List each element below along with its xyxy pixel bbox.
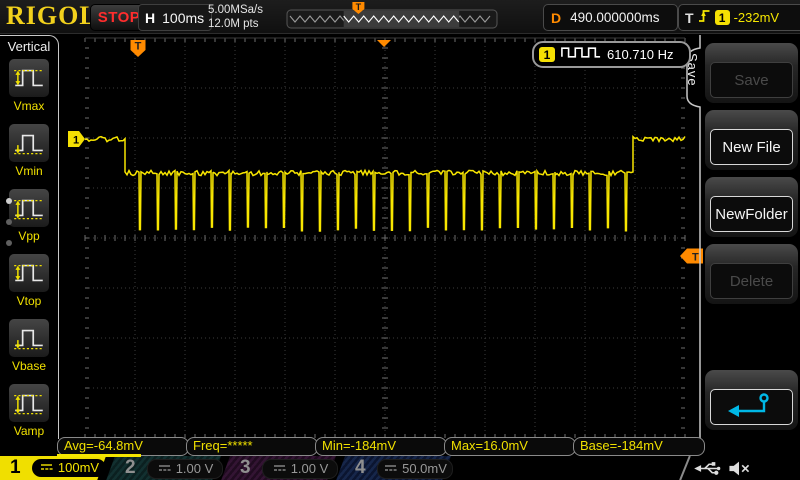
menu-item-label: Vmax [0,99,58,113]
channel-scale: 1.00 V [176,461,214,476]
trigger-position-marker[interactable]: T [131,40,146,57]
usb-icon [694,460,722,480]
channel-2-status[interactable]: 2 1.00 V [106,456,221,480]
memory-depth: 12.0M pts [208,17,284,31]
softkey-label [710,389,793,425]
left-measure-menu: Vertical Vmax Vmin Vpp Vtop Vbase Vamp [0,35,59,439]
channel-1-status[interactable]: 1 100mV [0,456,106,480]
ch1-offset-marker[interactable]: 1 [68,131,85,147]
timebase-value: 100ms [162,10,204,26]
trigger-level-value: -232mV [734,10,780,25]
menu-item-vamp[interactable]: Vamp [0,383,58,438]
sample-rate: 5.00MSa/s [208,3,284,17]
svg-text:1: 1 [73,135,79,147]
measurement-max: Max=16.0mV [444,437,576,456]
menu-item-vpp[interactable]: Vpp [0,188,58,243]
menu-title: Vertical [0,39,58,54]
vmin-icon[interactable] [8,123,50,163]
measurement-base: Base=-184mV [573,437,705,456]
right-soft-menu: Save SaveNew FileNewFolderDelete [684,35,800,450]
waveform-display: 1 T T [68,35,718,445]
channel-content: 4 50.0mV [345,456,451,480]
softkey-save[interactable]: Save [705,43,798,103]
vmax-icon[interactable] [8,58,50,98]
trigger-readout[interactable]: T 1 -232mV [678,4,800,31]
dc-coupling-icon [383,461,398,476]
channel-scale-box: 1.00 V [262,459,338,479]
channel-scale: 1.00 V [291,461,329,476]
trigger-source-badge: 1 [715,10,730,25]
softkey-newfolder[interactable]: NewFolder [705,177,798,237]
menu-item-label: Vbase [0,359,58,373]
page-dot [6,240,12,246]
d-label: D [551,10,561,26]
page-dot [6,198,12,204]
t-label: T [685,10,694,26]
svg-text:T: T [135,41,142,53]
rising-edge-icon [698,7,711,29]
softkey-new-file[interactable]: New File [705,110,798,170]
horizontal-menu-button[interactable]: H 100ms [138,4,212,31]
menu-item-vtop[interactable]: Vtop [0,253,58,308]
svg-text:T: T [356,2,362,12]
channel-number: 4 [355,456,366,480]
menu-item-vbase[interactable]: Vbase [0,318,58,373]
measurement-freq: Freq=***** [186,437,318,456]
softkey-return[interactable] [705,370,798,430]
channel-scale-box: 1.00 V [147,459,223,479]
channel-4-status[interactable]: 4 50.0mV [336,456,451,480]
frequency-counter: 1 610.710 Hz [532,41,691,68]
channel-scale-box: 100mV [32,459,106,477]
delay-value: 490.000000ms [570,10,659,25]
page-dot [6,219,12,225]
return-arrow-icon [724,391,780,423]
channel-number: 3 [240,456,251,480]
dc-coupling-icon [157,461,172,476]
vpp-icon[interactable] [8,188,50,228]
counter-value: 610.710 Hz [607,47,674,62]
top-bar: RIGOL STOP H 100ms 5.00MSa/s 12.0M pts T… [0,0,800,34]
square-wave-icon [560,44,602,65]
memory-position-bar[interactable]: T [283,1,501,32]
channel-scale-box: 50.0mV [377,459,453,479]
dc-coupling-icon [272,461,287,476]
vbase-icon[interactable] [8,318,50,358]
delay-readout[interactable]: D 490.000000ms [543,4,678,31]
menu-item-label: Vtop [0,294,58,308]
menu-item-label: Vamp [0,424,58,438]
dc-coupling-icon [39,460,54,475]
channel-scale: 100mV [58,460,99,475]
softkey-label: New File [710,129,793,165]
delay-center-marker[interactable] [377,40,391,47]
softkey-label: Save [710,62,793,98]
brand-logo: RIGOL [6,1,98,31]
oscilloscope-screen: RIGOL STOP H 100ms 5.00MSa/s 12.0M pts T… [0,0,800,480]
h-label: H [145,10,155,26]
speaker-muted-icon [727,460,751,480]
softkey-label: NewFolder [710,196,793,232]
measurement-source-underline [57,454,141,457]
menu-item-label: Vmin [0,164,58,178]
channel-content: 2 1.00 V [115,456,221,480]
channel-number: 2 [125,456,136,480]
softkey-label: Delete [710,263,793,299]
menu-item-vmax[interactable]: Vmax [0,58,58,113]
acquisition-info: 5.00MSa/s 12.0M pts [208,2,284,32]
vtop-icon[interactable] [8,253,50,293]
counter-source-badge: 1 [539,47,555,62]
channel-3-status[interactable]: 3 1.00 V [221,456,336,480]
channel-scale: 50.0mV [402,461,447,476]
vamp-icon[interactable] [8,383,50,423]
channel-content: 1 100mV [0,456,106,480]
menu-item-vmin[interactable]: Vmin [0,123,58,178]
softkey-delete[interactable]: Delete [705,244,798,304]
channel-content: 3 1.00 V [230,456,336,480]
channel-number: 1 [10,456,21,480]
measurement-min: Min=-184mV [315,437,447,456]
